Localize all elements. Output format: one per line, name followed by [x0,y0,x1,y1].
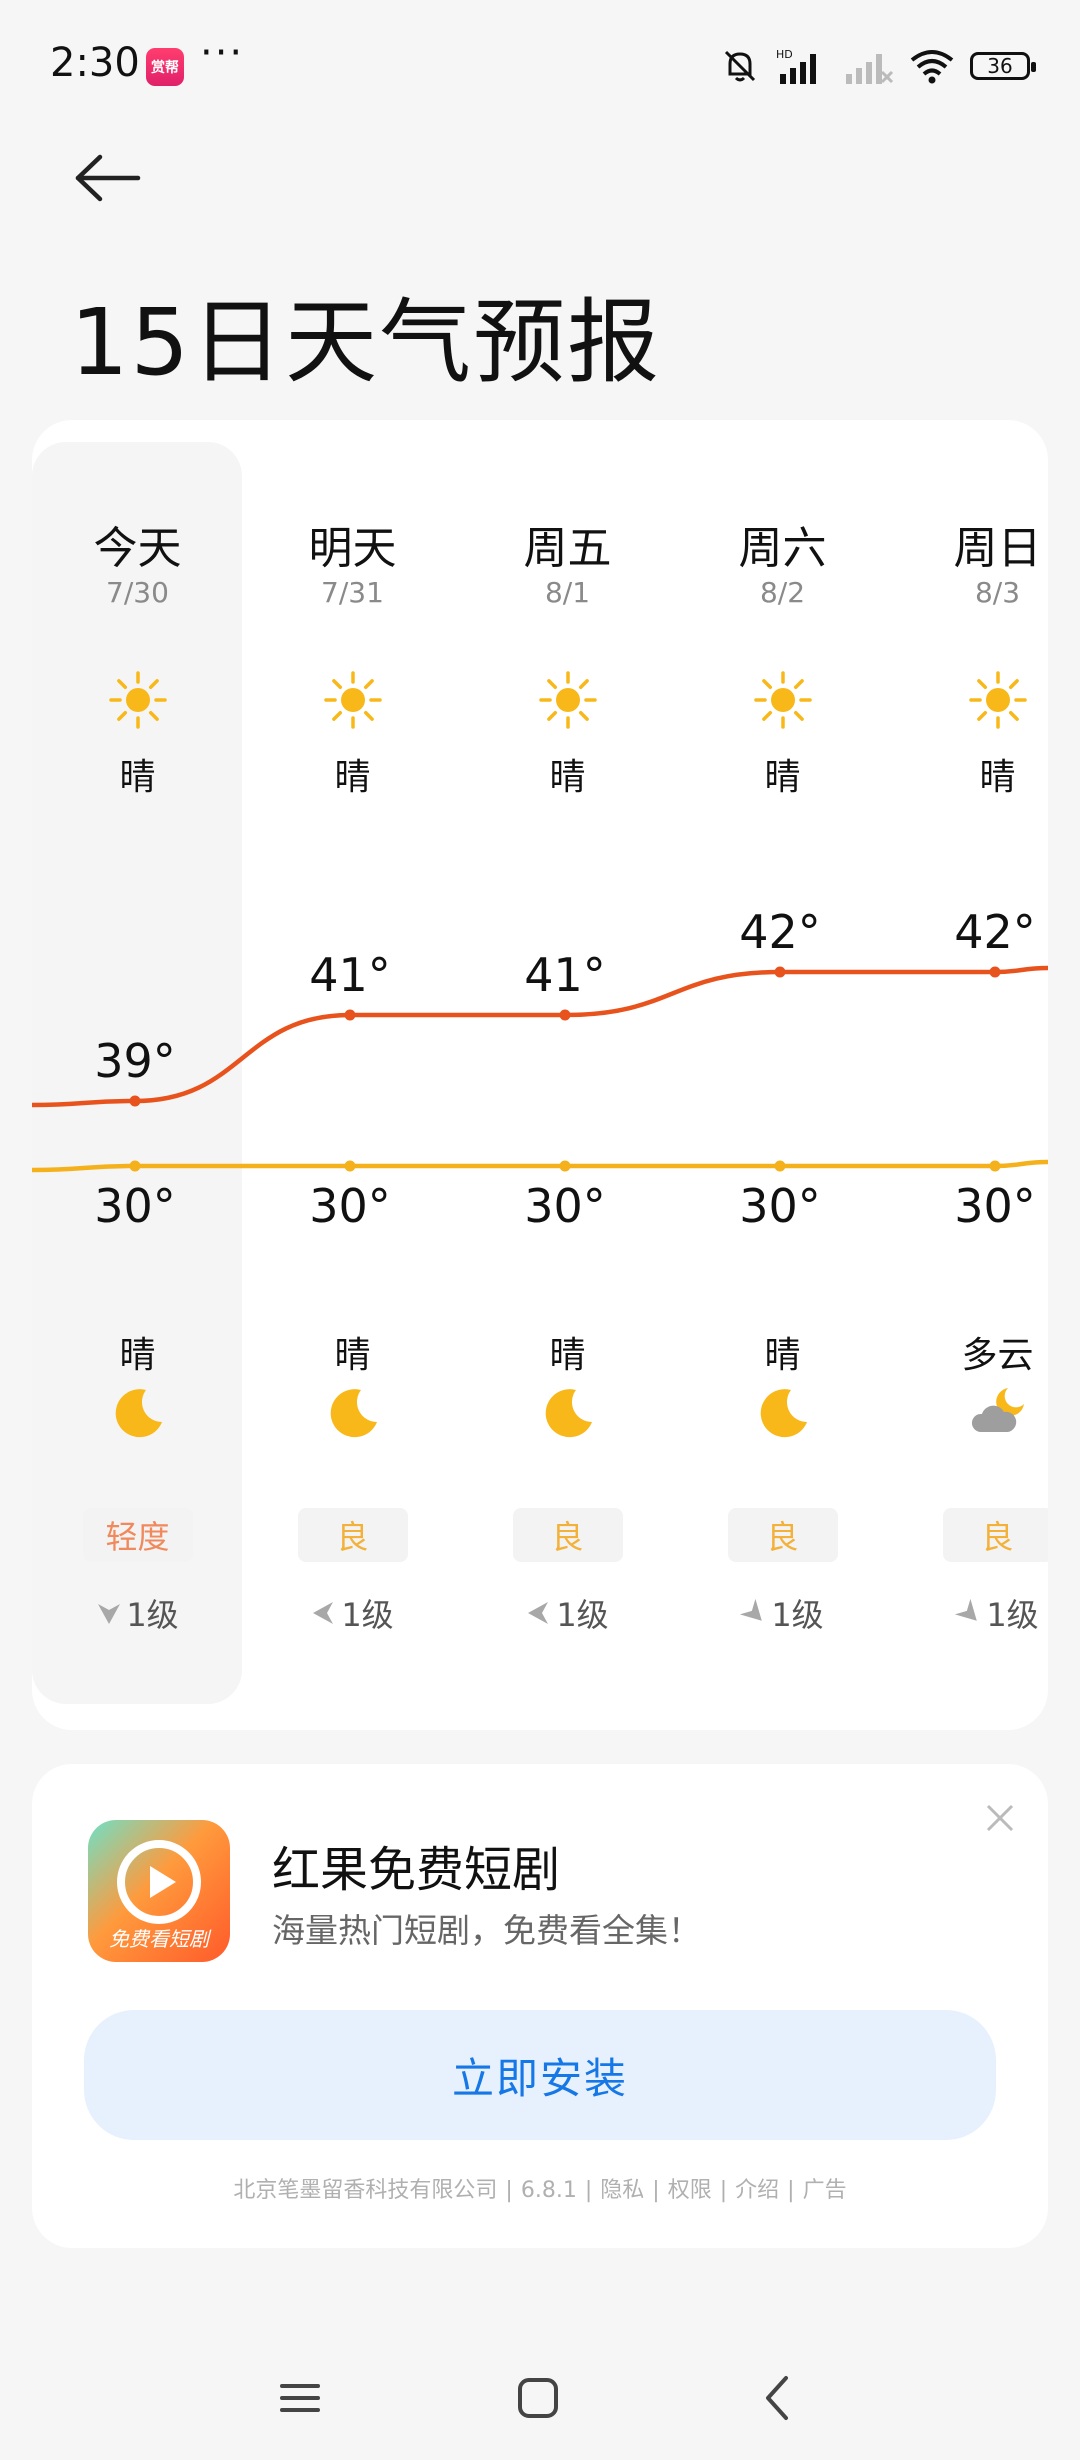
forecast-card[interactable]: 今天 7/30 晴 晴 轻度 1级 明天 7/31 晴 晴 良 1级 周五 8/… [32,420,1048,1730]
high-temp-label: 41° [309,948,391,1002]
low-temp-label: 30° [954,1179,1036,1233]
signal-hd-icon: HD [776,48,816,84]
home-button[interactable] [498,2358,578,2438]
back-button[interactable] [72,148,152,208]
ad-footer: 北京笔墨留香科技有限公司 | 6.8.1 | 隐私 | 权限 | 介绍 | 广告 [32,2172,1048,2204]
footer-separator: | [584,2178,593,2203]
high-temp-label: 42° [739,905,821,959]
page-title: 15日天气预报 [70,289,662,396]
wifi-icon [910,50,954,84]
home-square-icon [518,2378,558,2418]
ad-card[interactable]: 免费看短剧 红果免费短剧 海量热门短剧，免费看全集！ 立即安装 北京笔墨留香科技… [32,1764,1048,2248]
high-temp-label: 42° [954,905,1036,959]
battery-icon: 36 [970,52,1036,80]
temperature-chart: 39° 41° 41° 42° 42° 30° 30° 30° 30° 30° [32,905,1048,1233]
low-temp-label: 30° [739,1179,821,1233]
footer-link[interactable]: 介绍 [735,2178,779,2203]
low-temp-line [32,1159,1048,1173]
low-temp-label: 30° [94,1179,176,1233]
low-temp-label: 30° [524,1179,606,1233]
high-temp-label: 41° [524,948,606,1002]
footer-separator: | [787,2178,795,2203]
menu-icon [280,2384,320,2412]
chevron-left-icon [766,2376,788,2420]
high-temp-point [774,966,786,978]
low-temp-label: 30° [309,1179,391,1233]
footer-link[interactable]: 广告 [803,2178,847,2203]
footer-separator: | [719,2178,728,2203]
high-temp-point [344,1009,356,1021]
more-notifications-icon: ··· [200,30,245,76]
navigation-bar [0,2340,1080,2460]
install-button[interactable]: 立即安装 [84,2010,996,2140]
high-temp-point [129,1095,141,1107]
back-nav-button[interactable] [738,2358,818,2438]
low-temp-point [774,1160,786,1172]
footer-link[interactable]: 权限 [668,2178,712,2203]
hd-label: HD [776,48,793,61]
app-logo[interactable]: 免费看短剧 [88,1820,230,1962]
footer-separator: | [505,2178,513,2203]
arrow-left-icon [75,154,141,202]
ad-subtitle: 海量热门短剧，免费看全集！ [272,1911,701,1950]
high-temp-point [559,1009,571,1021]
footer-link[interactable]: 隐私 [600,2178,644,2203]
footer-link: 北京笔墨留香科技有限公司 [233,2178,498,2203]
app-notification-icon: 赏帮 [146,48,184,86]
signal-weak-icon [846,54,894,84]
mute-bell-icon [724,50,756,82]
low-temp-point [129,1160,141,1172]
ad-title: 红果免费短剧 [272,1842,561,1898]
status-bar: 2:30 赏帮 ··· HD 36 [0,0,1080,140]
high-temp-label: 39° [94,1034,176,1088]
battery-level: 36 [987,54,1013,78]
footer-link: 6.8.1 [520,2178,577,2203]
logo-caption: 免费看短剧 [109,1927,209,1951]
low-temp-point [559,1160,571,1172]
status-time: 2:30 [50,40,140,86]
status-icons: HD 36 [720,46,1036,86]
low-temp-point [344,1160,356,1172]
high-temp-point [989,966,1001,978]
low-temp-point [989,1160,1001,1172]
close-icon[interactable] [982,1800,1018,1836]
menu-button[interactable] [260,2358,340,2438]
footer-separator: | [652,2178,660,2203]
